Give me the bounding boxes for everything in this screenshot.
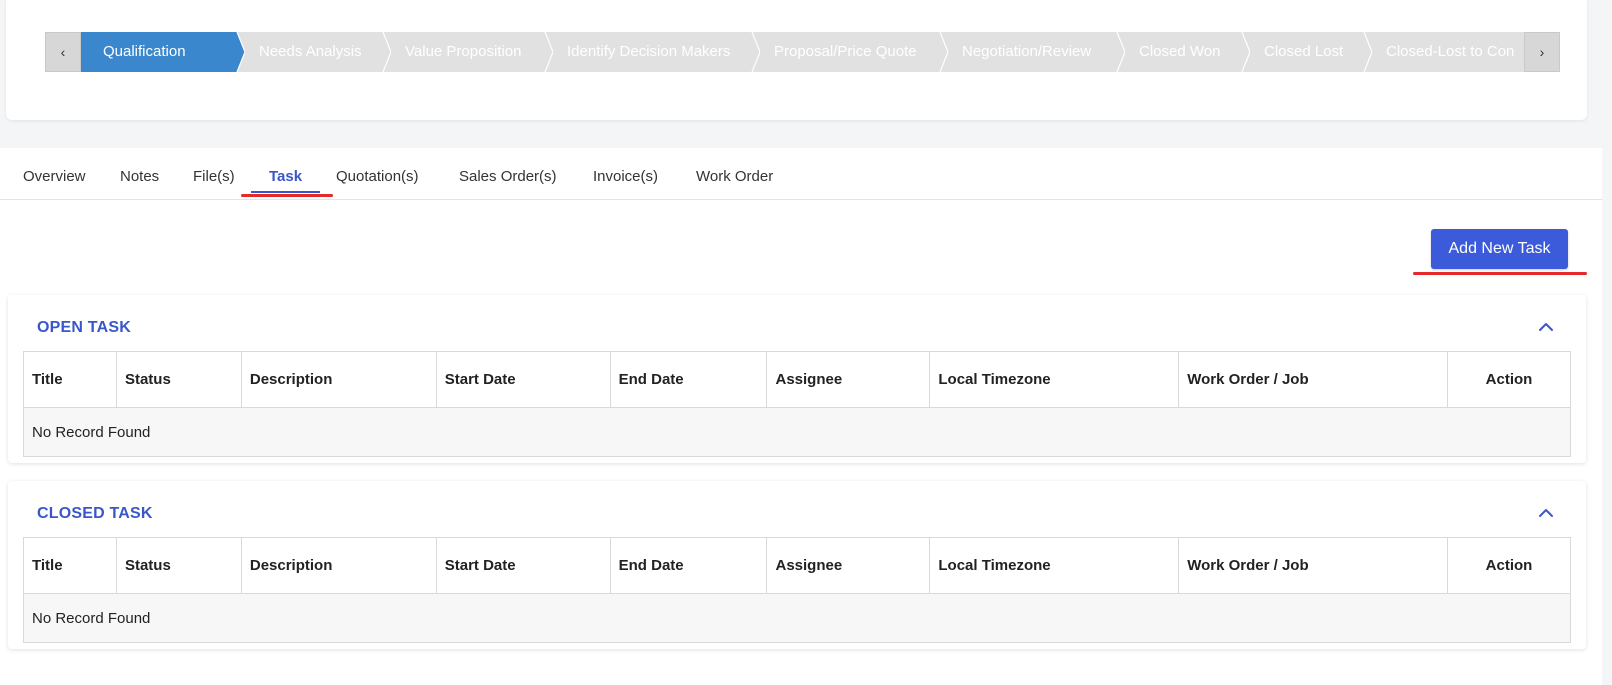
stage-separator [544, 32, 553, 72]
tab-notes[interactable]: Notes [120, 168, 159, 185]
tab-overview[interactable]: Overview [23, 168, 86, 185]
stage-label: Value Proposition [405, 43, 522, 60]
open-task-title: OPEN TASK [37, 319, 131, 336]
table-row: No Record Found [23, 407, 1571, 457]
tab-invoices[interactable]: Invoice(s) [593, 168, 658, 185]
stage-closed-lost[interactable]: Closed Lost [1242, 32, 1364, 72]
table-header-row: Title Status Description Start Date End … [23, 537, 1571, 594]
column-header-end-date[interactable]: End Date [609, 351, 768, 408]
stage-separator [1363, 32, 1372, 72]
stage-label: Closed-Lost to Con [1386, 43, 1515, 60]
column-header-action: Action [1447, 537, 1571, 594]
column-header-end-date[interactable]: End Date [609, 537, 768, 594]
closed-task-panel: CLOSED TASK Title Status Description Sta… [8, 481, 1586, 649]
stage-separator [751, 32, 760, 72]
column-header-assignee[interactable]: Assignee [766, 351, 931, 408]
tab-work-order[interactable]: Work Order [696, 168, 773, 185]
stage-label: Qualification [103, 43, 186, 60]
empty-state-text: No Record Found [23, 407, 1571, 457]
empty-state-text: No Record Found [23, 593, 1571, 643]
column-header-action: Action [1447, 351, 1571, 408]
stage-closed-won[interactable]: Closed Won [1117, 32, 1242, 72]
stage-label: Proposal/Price Quote [774, 43, 917, 60]
stage-prev-button[interactable]: ‹ [45, 32, 81, 72]
column-header-title[interactable]: Title [23, 351, 117, 408]
add-new-task-button[interactable]: Add New Task [1431, 229, 1568, 269]
active-tab-indicator [251, 191, 320, 193]
stage-progress-bar: ‹ Qualification Needs Analysis Value Pro… [45, 32, 1560, 72]
stage-separator [939, 32, 948, 72]
column-header-work-order-job[interactable]: Work Order / Job [1178, 351, 1448, 408]
stage-needs-analysis[interactable]: Needs Analysis [237, 32, 383, 72]
table-row: No Record Found [23, 593, 1571, 643]
column-header-status[interactable]: Status [115, 351, 242, 408]
stage-next-button[interactable]: › [1524, 32, 1560, 72]
stage-card: ‹ Qualification Needs Analysis Value Pro… [6, 0, 1587, 120]
tab-files[interactable]: File(s) [193, 168, 235, 185]
column-header-status[interactable]: Status [115, 537, 242, 594]
stage-qualification[interactable]: Qualification [81, 32, 237, 72]
stage-closed-lost-to-competitor[interactable]: Closed-Lost to Con [1364, 32, 1524, 72]
task-tab-content: Overview Notes File(s) Task Quotation(s)… [0, 148, 1602, 685]
stage-negotiation-review[interactable]: Negotiation/Review [940, 32, 1117, 72]
column-header-start-date[interactable]: Start Date [435, 351, 611, 408]
closed-task-table: Title Status Description Start Date End … [23, 537, 1571, 643]
stage-value-proposition[interactable]: Value Proposition [383, 32, 545, 72]
stage-proposal-price-quote[interactable]: Proposal/Price Quote [752, 32, 940, 72]
column-header-local-timezone[interactable]: Local Timezone [929, 351, 1180, 408]
column-header-description[interactable]: Description [240, 351, 437, 408]
column-header-title[interactable]: Title [23, 537, 117, 594]
stage-label: Closed Won [1139, 43, 1221, 60]
stage-separator [382, 32, 391, 72]
column-header-description[interactable]: Description [240, 537, 437, 594]
stage-separator [229, 32, 245, 72]
column-header-work-order-job[interactable]: Work Order / Job [1178, 537, 1448, 594]
stage-label: Identify Decision Makers [567, 43, 731, 60]
table-header-row: Title Status Description Start Date End … [23, 351, 1571, 408]
tab-sales-orders[interactable]: Sales Order(s) [459, 168, 557, 185]
button-highlight-mark [1413, 272, 1587, 275]
chevron-right-icon: › [1539, 44, 1545, 60]
open-task-table: Title Status Description Start Date End … [23, 351, 1571, 457]
record-tabs: Overview Notes File(s) Task Quotation(s)… [0, 148, 1602, 200]
column-header-assignee[interactable]: Assignee [766, 537, 931, 594]
chevron-up-icon[interactable] [1536, 503, 1556, 523]
chevron-up-icon[interactable] [1536, 317, 1556, 337]
column-header-local-timezone[interactable]: Local Timezone [929, 537, 1180, 594]
stages-track: Qualification Needs Analysis Value Propo… [81, 32, 1524, 72]
tab-task[interactable]: Task [269, 168, 302, 185]
stage-separator [1241, 32, 1250, 72]
stage-separator [1116, 32, 1125, 72]
tab-highlight-mark [241, 194, 333, 197]
stage-label: Needs Analysis [259, 43, 362, 60]
open-task-panel: OPEN TASK Title Status Description Start… [8, 295, 1586, 463]
stage-label: Closed Lost [1264, 43, 1344, 60]
chevron-left-icon: ‹ [60, 44, 66, 60]
stage-identify-decision-makers[interactable]: Identify Decision Makers [545, 32, 752, 72]
tab-quotations[interactable]: Quotation(s) [336, 168, 419, 185]
stage-label: Negotiation/Review [962, 43, 1092, 60]
closed-task-title: CLOSED TASK [37, 505, 153, 522]
column-header-start-date[interactable]: Start Date [435, 537, 611, 594]
